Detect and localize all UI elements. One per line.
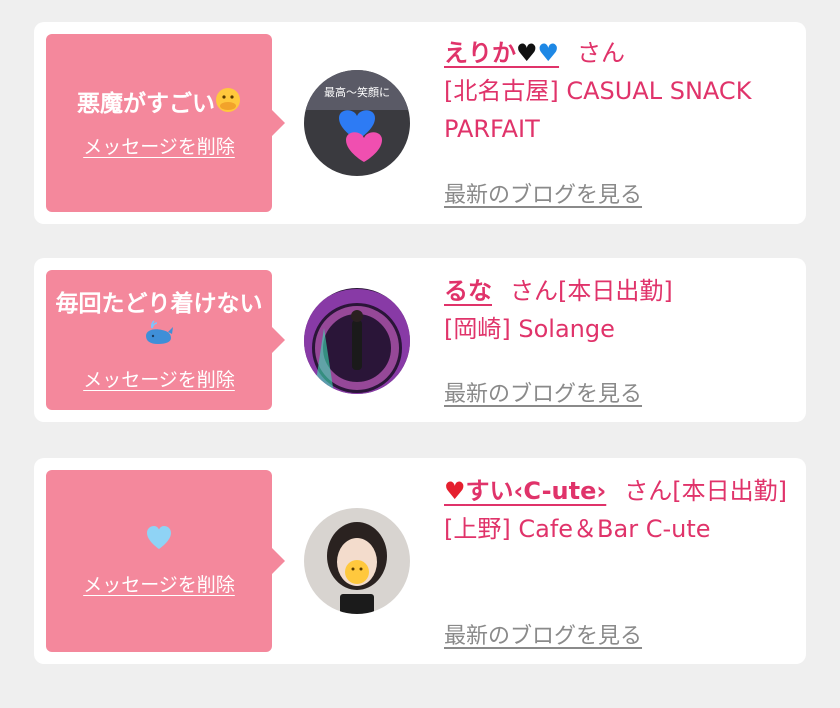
black-heart-icon: ♥ <box>516 39 538 67</box>
avatar[interactable]: 最高〜笑顔に <box>304 70 410 176</box>
shop-name: [上野] Cafe＆Bar C-ute <box>444 515 711 543</box>
cast-name-link[interactable]: ♥すい‹C-ute› <box>444 477 606 505</box>
honorific-label: さん <box>624 477 673 505</box>
cast-info: えりか♥♥ さん [北名古屋] CASUAL SNACK PARFAIT <box>444 34 794 148</box>
cast-card: 毎回たどり着けない メッセージを削除 るな さん[本日出勤] [岡崎] Solan… <box>34 258 806 422</box>
shop-name: [北名古屋] CASUAL SNACK PARFAIT <box>444 77 752 143</box>
cast-name-link[interactable]: えりか♥♥ <box>444 39 559 67</box>
hand-over-mouth-face-emoji-icon <box>215 87 241 122</box>
attendance-status: [本日出勤] <box>672 477 787 505</box>
message-bubble: メッセージを削除 <box>46 470 285 652</box>
cast-info: ♥すい‹C-ute› さん[本日出勤] [上野] Cafe＆Bar C-ute <box>444 472 794 548</box>
delete-message-link[interactable]: メッセージを削除 <box>83 570 235 597</box>
delete-message-link[interactable]: メッセージを削除 <box>83 365 235 392</box>
latest-blog-link[interactable]: 最新のブログを見る <box>444 376 642 408</box>
latest-blog-link[interactable]: 最新のブログを見る <box>444 177 642 209</box>
message-bubble: 毎回たどり着けない メッセージを削除 <box>46 270 285 410</box>
blue-heart-icon: ♥ <box>537 39 560 67</box>
favorite-cast-list: 悪魔がすごい メッセージを削除 最高〜笑顔に えりか♥♥ さん [北名古屋] CA… <box>0 0 840 708</box>
honorific-label: さん <box>510 277 558 305</box>
cast-card: 悪魔がすごい メッセージを削除 最高〜笑顔に えりか♥♥ さん [北名古屋] CA… <box>34 22 806 224</box>
avatar[interactable] <box>304 508 410 614</box>
cast-name-link[interactable]: るな <box>444 277 492 305</box>
message-text: 毎回たどり着けない <box>55 291 263 317</box>
honorific-label: さん <box>577 39 626 67</box>
attendance-status: [本日出勤] <box>558 277 673 305</box>
latest-blog-link[interactable]: 最新のブログを見る <box>444 618 642 650</box>
red-heart-icon: ♥ <box>444 477 466 505</box>
spouting-whale-emoji-icon <box>144 320 174 355</box>
avatar[interactable] <box>304 288 410 394</box>
delete-message-link[interactable]: メッセージを削除 <box>83 132 235 159</box>
cast-info: るな さん[本日出勤] [岡崎] Solange <box>444 272 794 348</box>
light-blue-heart-emoji-icon <box>145 525 173 560</box>
message-bubble: 悪魔がすごい メッセージを削除 <box>46 34 285 212</box>
message-text: 悪魔がすごい <box>77 91 215 117</box>
cast-card: メッセージを削除 ♥すい‹C-ute› さん[本日出勤] [上野] Cafe＆Ba… <box>34 458 806 664</box>
shop-name: [岡崎] Solange <box>444 315 615 343</box>
avatar-caption: 最高〜笑顔に <box>324 85 390 99</box>
